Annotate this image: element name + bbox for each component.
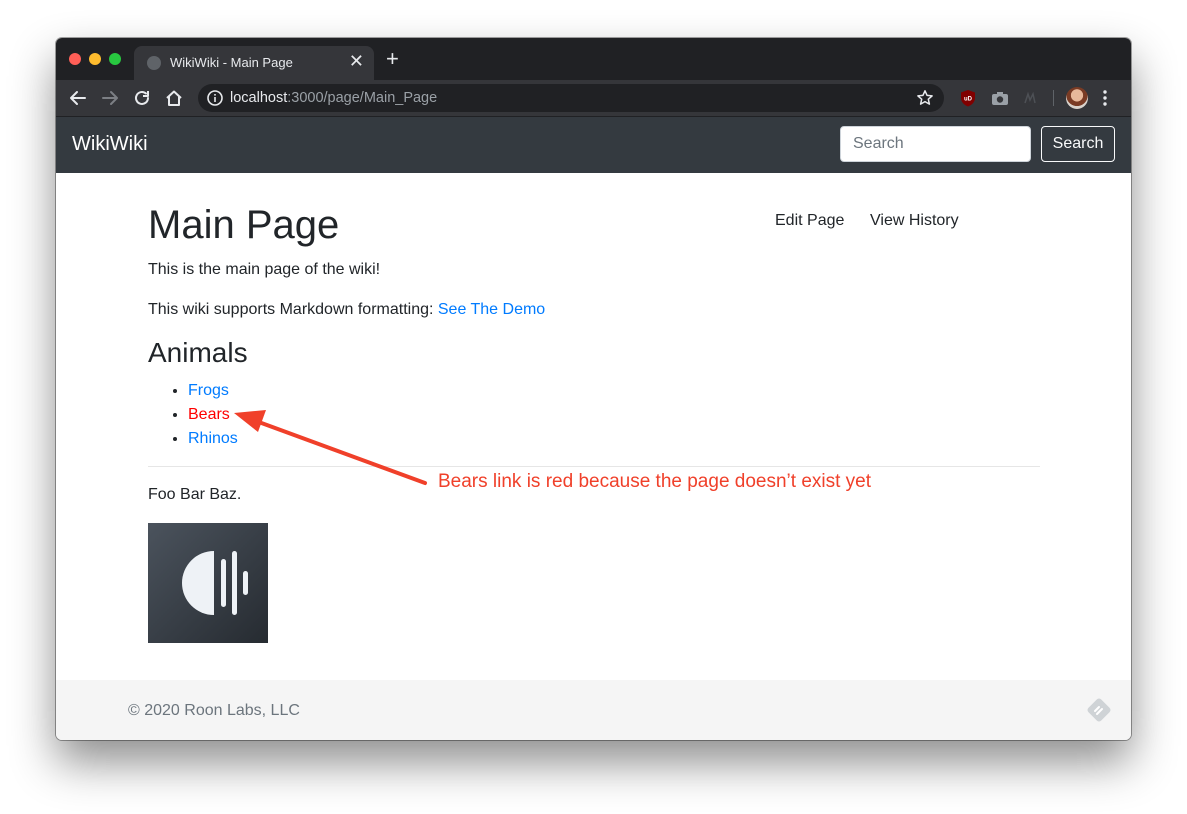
see-the-demo-link[interactable]: See The Demo <box>438 301 545 318</box>
star-icon[interactable] <box>916 89 934 112</box>
rhinos-link[interactable]: Rhinos <box>188 430 238 447</box>
view-history-link[interactable]: View History <box>870 212 959 230</box>
minimize-window-button[interactable] <box>89 53 101 65</box>
browser-window: WikiWiki - Main Page ✕ + localhost:3000/… <box>56 38 1131 740</box>
ublock-shield-icon[interactable]: uD <box>958 88 978 108</box>
svg-text:uD: uD <box>964 97 973 103</box>
edit-page-link[interactable]: Edit Page <box>775 212 844 230</box>
list-item: Rhinos <box>188 427 238 451</box>
tab-strip: WikiWiki - Main Page ✕ + <box>56 38 1131 80</box>
foo-bar-baz-text: Foo Bar Baz. <box>148 486 242 503</box>
search-input[interactable] <box>840 126 1031 162</box>
bears-link-missing[interactable]: Bears <box>188 406 230 423</box>
close-window-button[interactable] <box>69 53 81 65</box>
section-heading: Animals <box>148 337 248 368</box>
markdown-text: This wiki supports Markdown formatting: <box>148 301 438 318</box>
more-menu-icon[interactable] <box>1102 89 1108 112</box>
globe-icon <box>147 56 161 70</box>
forward-arrow-icon[interactable] <box>98 86 122 110</box>
close-tab-icon[interactable]: ✕ <box>349 52 364 70</box>
home-icon[interactable] <box>162 86 186 110</box>
profile-avatar[interactable] <box>1066 87 1088 109</box>
reload-icon[interactable] <box>130 86 154 110</box>
tab-title: WikiWiki - Main Page <box>170 55 293 70</box>
site-footer: © 2020 Roon Labs, LLC <box>56 680 1131 740</box>
main-content: Main Page Edit Page View History This is… <box>56 173 1131 680</box>
site-brand-link[interactable]: WikiWiki <box>72 133 148 156</box>
list-item: Bears <box>188 403 238 427</box>
roon-logo-image <box>148 523 268 643</box>
extension-m-icon[interactable] <box>1022 88 1042 108</box>
intro-text: This is the main page of the wiki! <box>148 261 381 278</box>
camera-icon[interactable] <box>990 88 1010 108</box>
search-button[interactable]: Search <box>1041 126 1115 162</box>
address-bar[interactable]: localhost:3000/page/Main_Page <box>198 84 944 112</box>
info-icon[interactable] <box>206 89 224 112</box>
page-title: Main Page <box>148 203 340 247</box>
maximize-window-button[interactable] <box>109 53 121 65</box>
url-text: localhost:3000/page/Main_Page <box>230 90 438 106</box>
copyright-text: © 2020 Roon Labs, LLC <box>128 702 300 719</box>
list-item: Frogs <box>188 379 238 403</box>
new-tab-button[interactable]: + <box>386 48 399 70</box>
annotation-text: Bears link is red because the page doesn… <box>438 471 872 492</box>
site-navbar: WikiWiki Search <box>56 117 1131 173</box>
toolbar-divider <box>1053 90 1054 106</box>
back-arrow-icon[interactable] <box>66 86 90 110</box>
horizontal-rule <box>148 466 1040 467</box>
tab-active[interactable]: WikiWiki - Main Page ✕ <box>134 46 374 80</box>
animal-list: Frogs Bears Rhinos <box>148 379 238 451</box>
markdown-paragraph: This wiki supports Markdown formatting: … <box>148 301 545 319</box>
frogs-link[interactable]: Frogs <box>188 382 229 399</box>
browser-toolbar: localhost:3000/page/Main_Page uD <box>56 80 1131 117</box>
feed-icon[interactable] <box>1086 697 1112 728</box>
